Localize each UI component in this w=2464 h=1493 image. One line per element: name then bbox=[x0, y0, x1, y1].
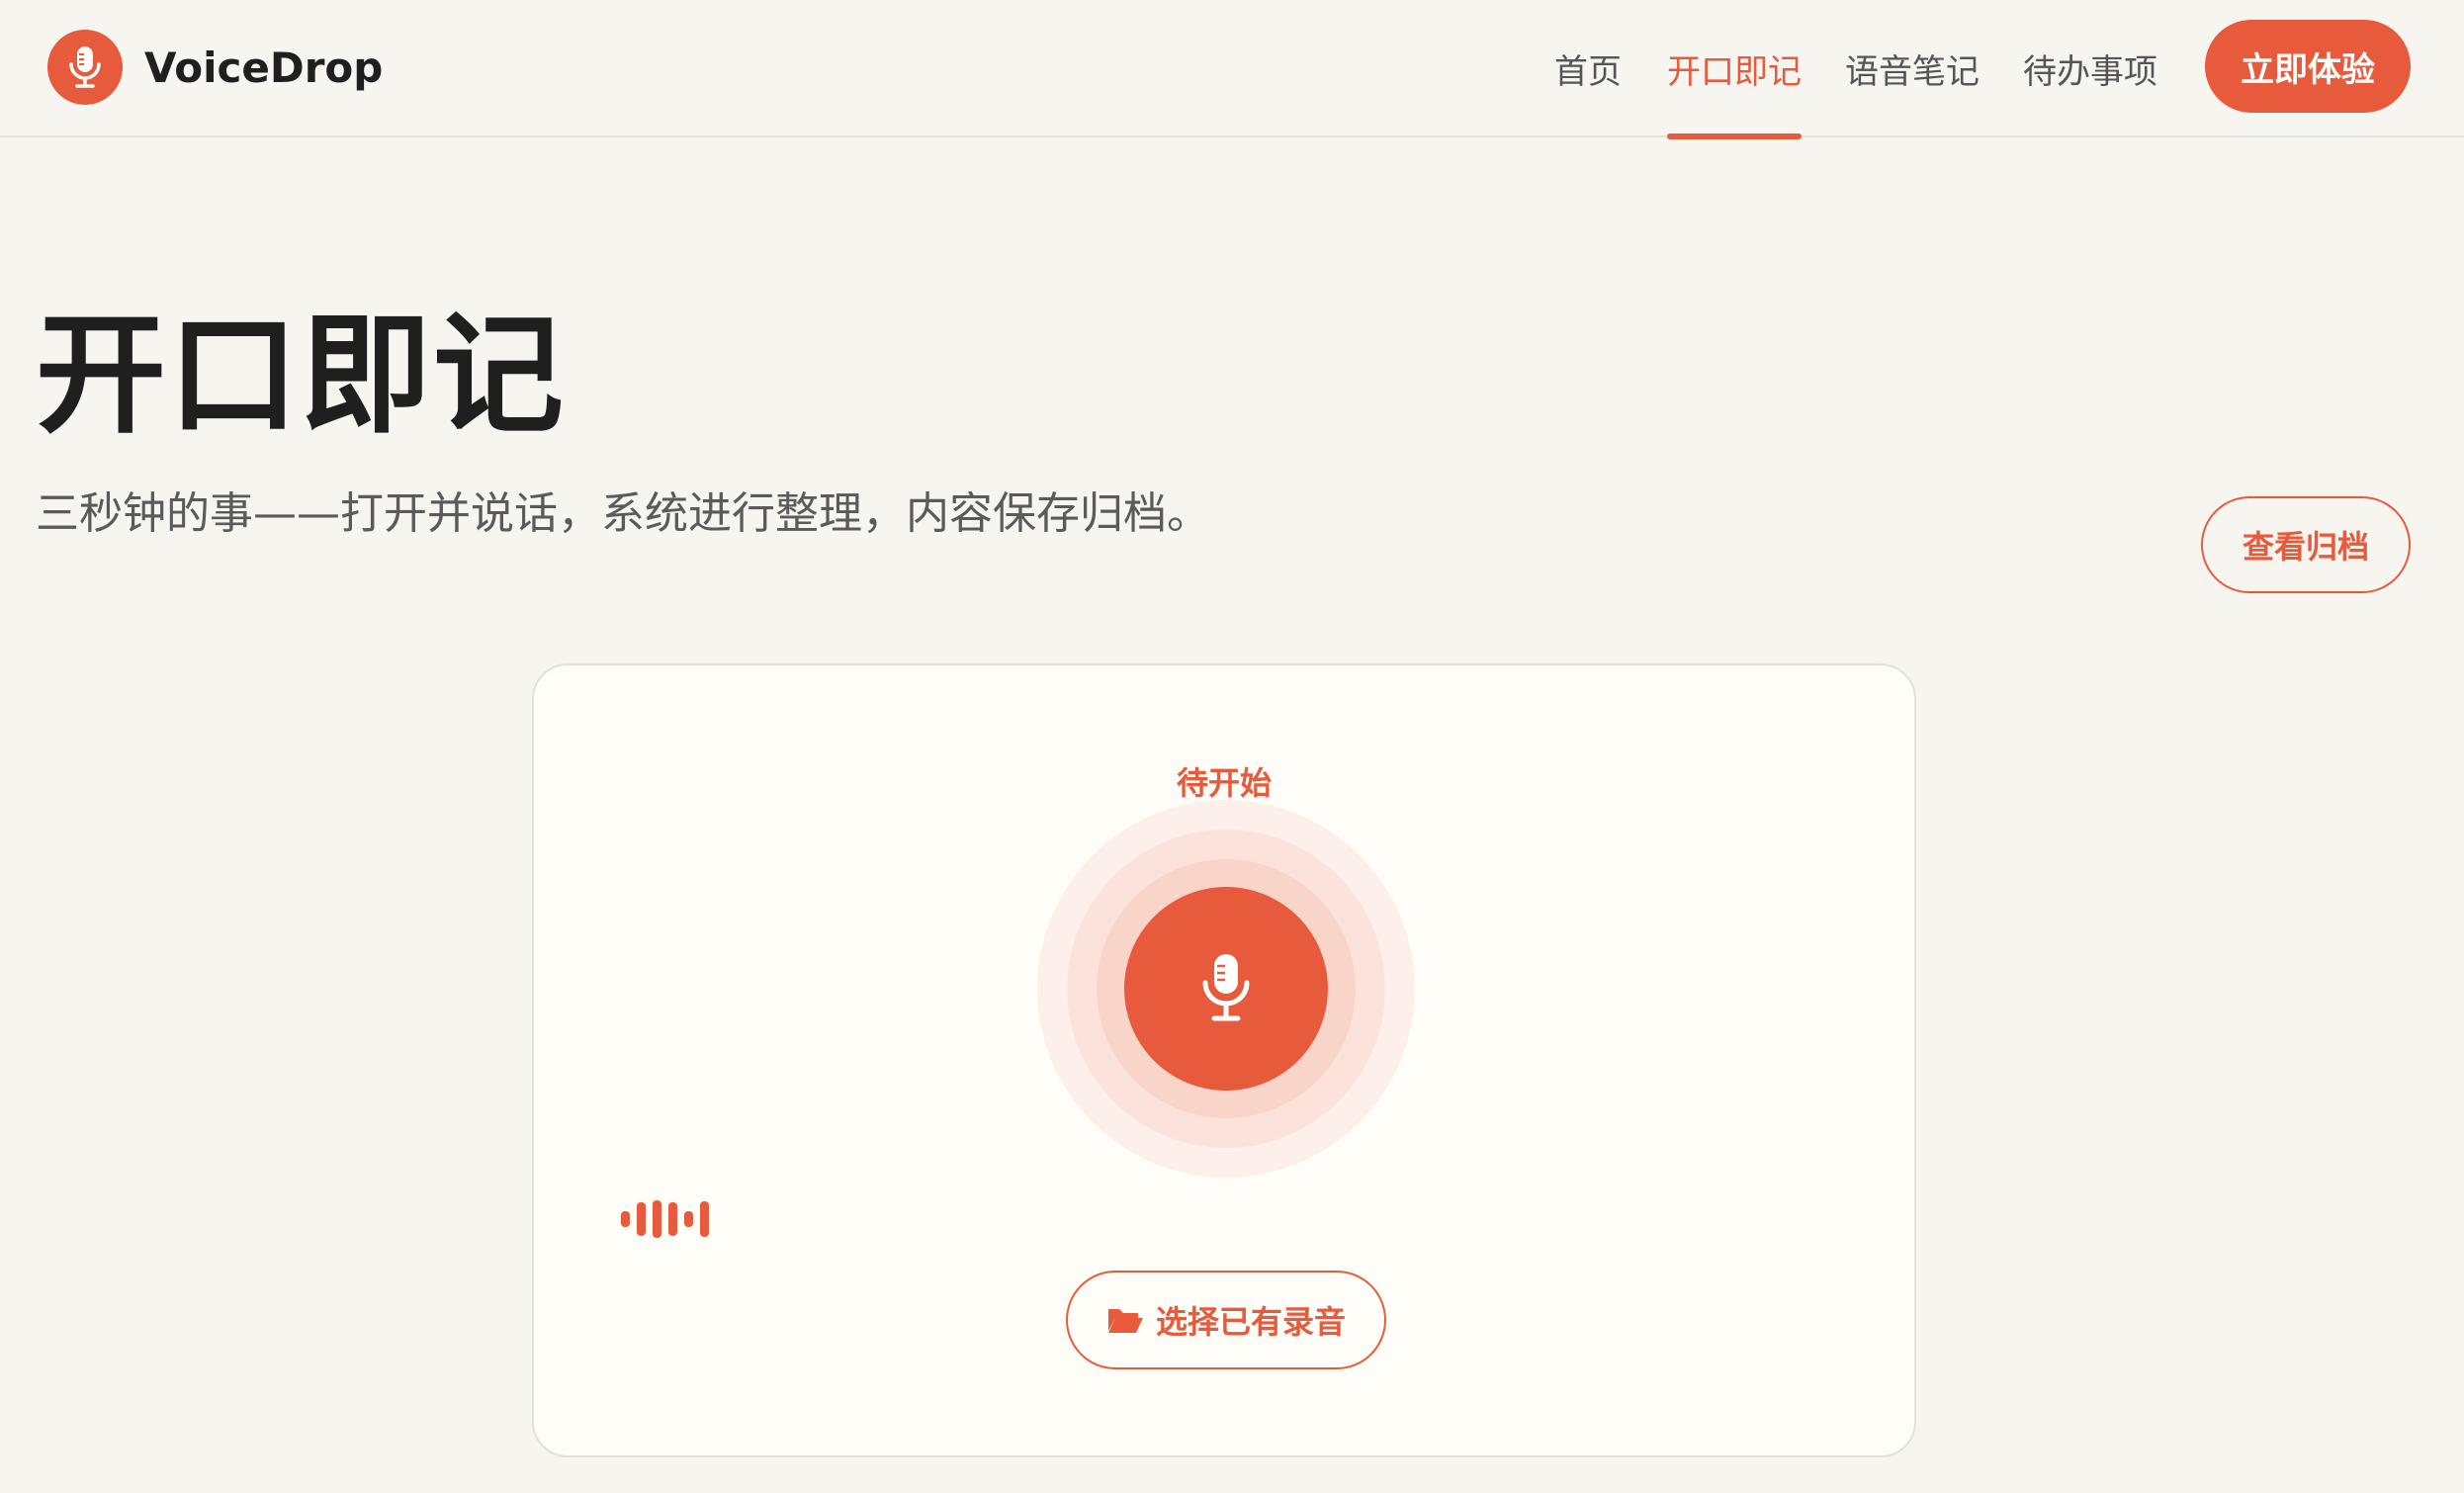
microphone-icon bbox=[1199, 951, 1253, 1027]
microphone-icon bbox=[47, 30, 123, 105]
nav-item-label: 语音笔记 bbox=[1845, 52, 1980, 92]
try-now-button[interactable]: 立即体验 bbox=[2205, 20, 2411, 113]
nav-item-todos[interactable]: 待办事项 bbox=[2023, 0, 2157, 137]
nav-item-voice-notes[interactable]: 语音笔记 bbox=[1845, 0, 1980, 137]
page-subtitle: 三秒钟的事——打开并说话，系统进行整理，内容保存归档。 bbox=[36, 488, 1210, 539]
nav-item-label: 待办事项 bbox=[2023, 52, 2157, 92]
choose-recording-label: 选择已有录音 bbox=[1155, 1303, 1346, 1341]
choose-existing-recording-button[interactable]: 选择已有录音 bbox=[1066, 1271, 1386, 1369]
view-archive-button[interactable]: 查看归档 bbox=[2201, 496, 2411, 593]
brand-logo[interactable]: VoiceDrop bbox=[47, 28, 383, 107]
waveform-icon bbox=[621, 1197, 709, 1241]
recorder-card: 待开始 选择已有录音 bbox=[532, 663, 1916, 1457]
nav-item-label: 开口即记 bbox=[1667, 52, 1802, 92]
nav-item-voice-capture[interactable]: 开口即记 bbox=[1667, 0, 1802, 139]
nav-item-home[interactable]: 首页 bbox=[1550, 0, 1626, 137]
folder-open-icon bbox=[1106, 1305, 1144, 1335]
brand-name: VoiceDrop bbox=[144, 43, 384, 92]
nav-item-label: 首页 bbox=[1554, 52, 1622, 92]
top-navigation-bar: VoiceDrop 首页 开口即记 语音笔记 待办事项 立即体验 bbox=[0, 0, 2464, 139]
active-tab-indicator bbox=[1667, 133, 1802, 139]
page-title: 开口即记 bbox=[36, 300, 566, 452]
recording-status: 待开始 bbox=[1176, 764, 1272, 802]
record-button[interactable] bbox=[1124, 887, 1328, 1091]
